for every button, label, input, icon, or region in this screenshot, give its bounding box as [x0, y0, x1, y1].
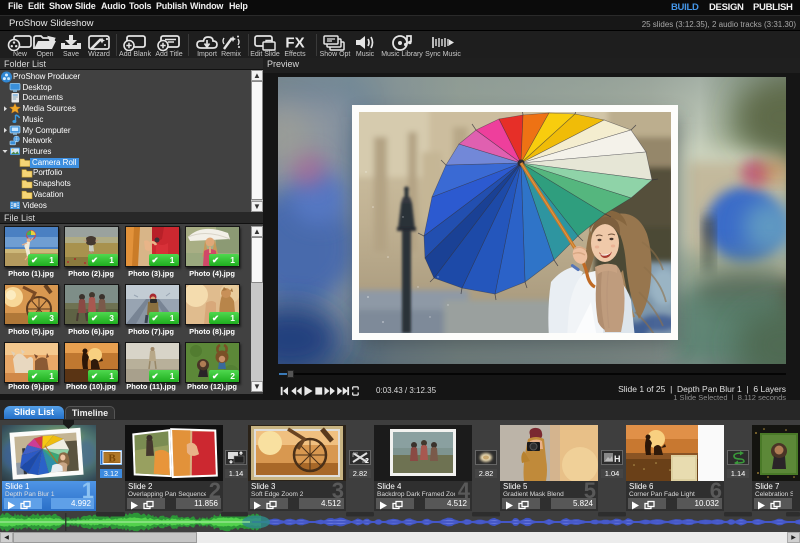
svg-text:H: H	[614, 454, 621, 464]
svg-text:FX: FX	[285, 35, 304, 52]
svg-text:B: B	[108, 453, 116, 465]
svg-text:2: 2	[365, 458, 369, 464]
